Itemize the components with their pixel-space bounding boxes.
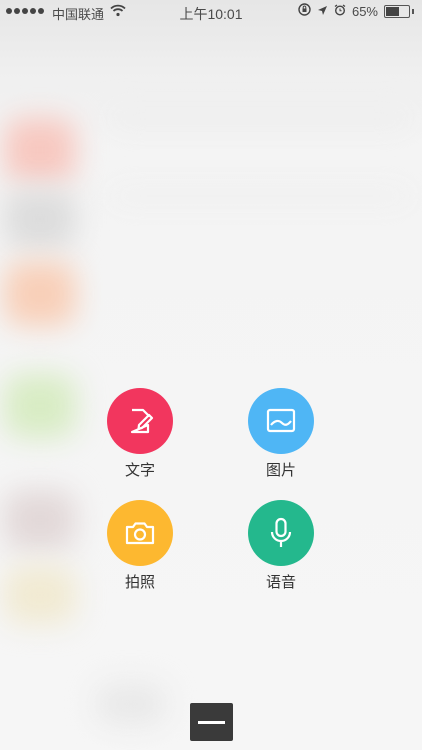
blurred-content: [4, 118, 76, 182]
blurred-content: [110, 112, 410, 126]
battery-tip: [412, 8, 414, 14]
battery-percent: 65%: [351, 3, 378, 19]
alarm-icon: [334, 3, 346, 19]
edit-note-icon: [130, 408, 154, 434]
microphone-icon: [270, 517, 292, 547]
camera-button[interactable]: 拍照: [90, 500, 190, 592]
orientation-lock-icon: [298, 3, 311, 19]
voice-circle[interactable]: [248, 500, 314, 566]
close-minus-icon: [198, 720, 225, 724]
battery-fill: [386, 6, 399, 16]
blurred-content: [4, 566, 76, 624]
camera-circle[interactable]: [107, 500, 173, 566]
voice-button[interactable]: 语音: [231, 500, 331, 592]
blurred-content: [4, 374, 76, 438]
text-note-button[interactable]: 文字: [90, 388, 190, 480]
voice-label: 语音: [265, 574, 296, 591]
blurred-content: [96, 684, 166, 724]
blurred-content: [4, 190, 76, 248]
image-button[interactable]: 图片: [231, 388, 331, 480]
battery-icon: [384, 4, 410, 18]
location-arrow-icon: [317, 4, 328, 19]
camera-label: 拍照: [124, 574, 155, 591]
image-label: 图片: [265, 462, 296, 479]
blurred-background: [0, 0, 422, 750]
status-bar: 中国联通 上午10:01 65%: [0, 0, 422, 24]
text-note-circle[interactable]: [107, 388, 173, 454]
blurred-content: [4, 262, 76, 326]
close-button[interactable]: [190, 703, 233, 741]
text-note-label: 文字: [124, 462, 155, 479]
image-icon: [266, 408, 296, 433]
blurred-content: [110, 190, 410, 202]
camera-icon: [125, 522, 155, 545]
image-circle[interactable]: [248, 388, 314, 454]
blurred-content: [4, 490, 76, 550]
